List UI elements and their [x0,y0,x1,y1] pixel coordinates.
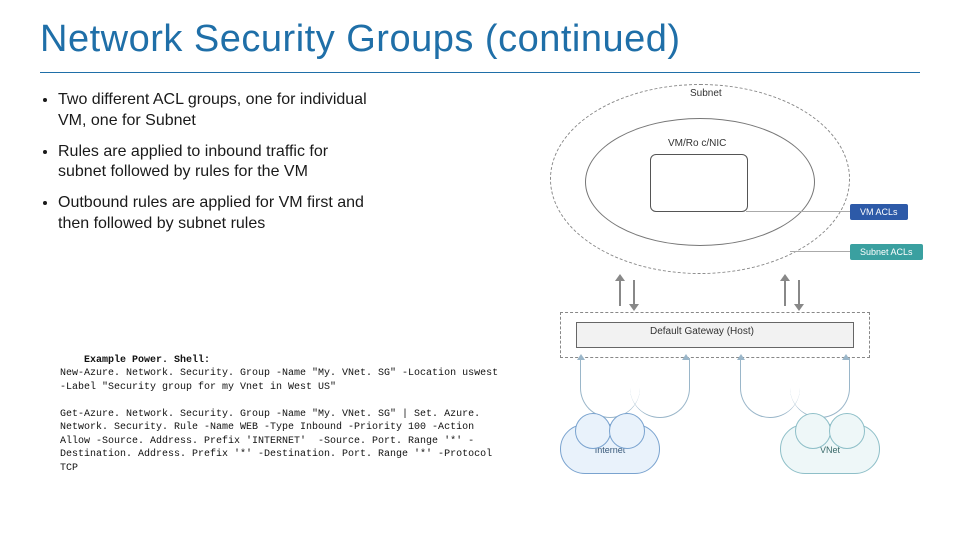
title-underline [40,72,920,73]
bullet-item: Outbound rules are applied for VM first … [58,193,370,235]
example-command-1: New-Azure. Network. Security. Group -Nam… [60,368,504,393]
vm-box [650,154,748,212]
slide-title: Network Security Groups (continued) [40,18,681,61]
host-label: Default Gateway (Host) [650,326,754,337]
leader-line-subnet [790,251,850,252]
bullet-list: Two different ACL groups, one for indivi… [40,90,370,245]
flow-curve-icon [630,358,690,418]
vnet-cloud-icon: VNet [780,424,880,474]
subnet-label: Subnet [690,88,722,99]
example-command-2: Get-Azure. Network. Security. Group -Nam… [60,409,498,474]
bidir-arrow-icon [615,274,643,310]
vm-role-nic-label: VM/Ro c/NIC [668,138,726,149]
vm-acls-badge: VM ACLs [850,204,908,220]
leader-line-vm [746,211,850,212]
bullet-item: Rules are applied to inbound traffic for… [58,142,370,184]
bidir-arrow-icon [780,274,808,310]
subnet-acls-badge: Subnet ACLs [850,244,923,260]
internet-cloud-icon: Internet [560,424,660,474]
example-label: Example Power. Shell: [84,355,210,366]
slide-root: Network Security Groups (continued) Two … [0,0,960,540]
nsg-diagram: Subnet VM/Ro c/NIC VM ACLs Subnet ACLs D… [530,74,930,504]
example-code-block: Example Power. Shell: New-Azure. Network… [60,340,500,489]
flow-curve-icon [790,358,850,418]
bullet-item: Two different ACL groups, one for indivi… [58,90,370,132]
